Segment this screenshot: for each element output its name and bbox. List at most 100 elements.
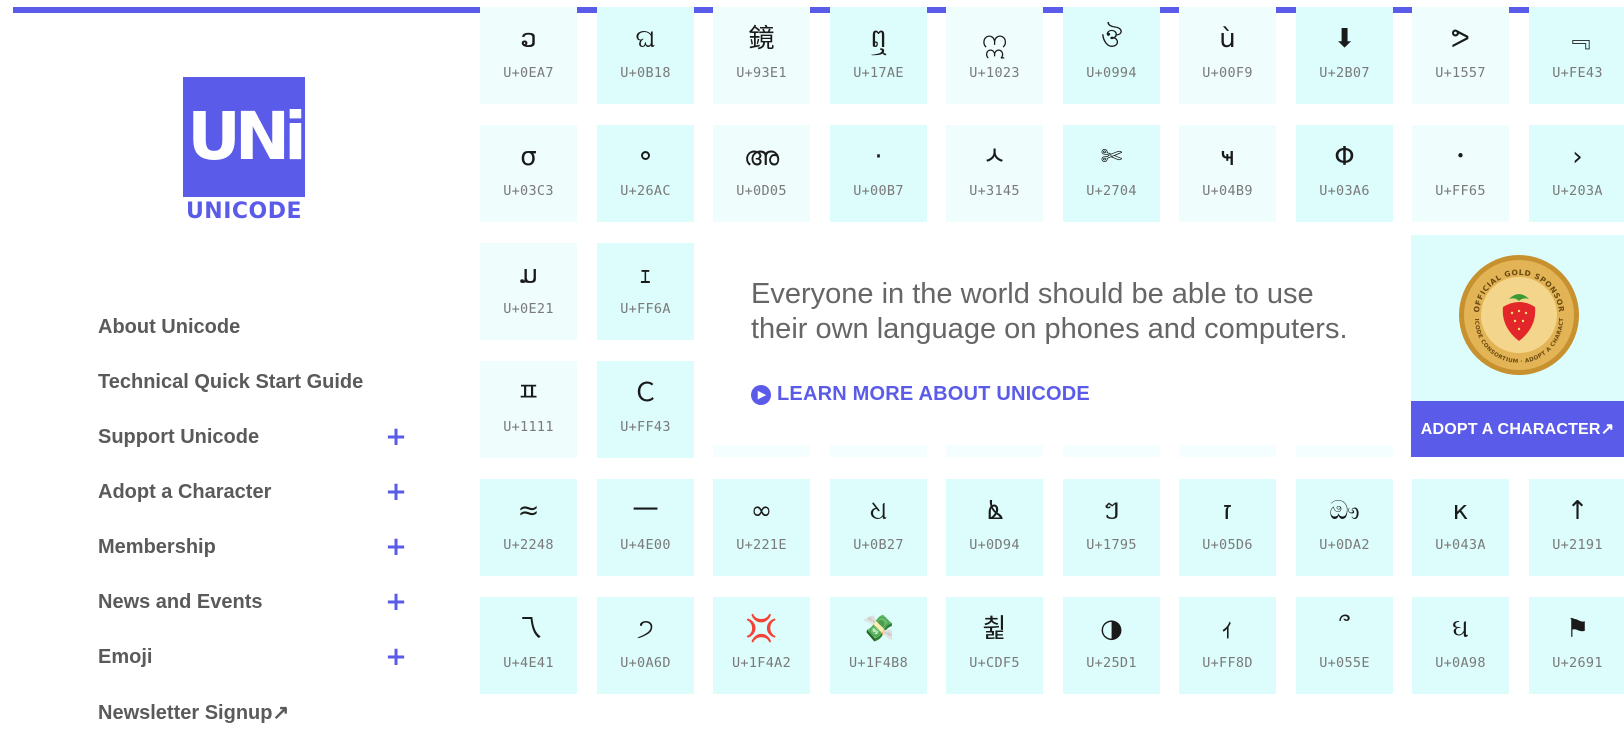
character-tile[interactable]: ∞ U+221E <box>713 479 810 576</box>
codepoint-label: U+2691 <box>1552 655 1603 671</box>
character-glyph: ù <box>1219 24 1236 54</box>
character-glyph: ≈ <box>517 496 540 526</box>
sidebar-item-about-unicode[interactable]: About Unicode <box>98 312 398 342</box>
sidebar-item-label: About Unicode <box>98 315 241 338</box>
character-tile[interactable]: ㅍ U+1111 <box>480 361 577 458</box>
codepoint-label: U+2B07 <box>1319 65 1370 81</box>
learn-more-link[interactable]: ▶ LEARN MORE ABOUT UNICODE <box>751 383 1090 406</box>
hero-tagline: Everyone in the world should be able to … <box>751 277 1371 347</box>
character-tile[interactable]: ◑ U+25D1 <box>1063 597 1160 694</box>
expand-plus-icon[interactable]: + <box>381 587 411 617</box>
character-tile[interactable]: 鏡 U+93E1 <box>713 7 810 104</box>
adopt-a-character-button[interactable]: ADOPT A CHARACTER↗ <box>1411 401 1624 457</box>
character-tile[interactable]: ｪ U+FF6A <box>597 243 694 340</box>
character-tile[interactable]: ✄ U+2704 <box>1063 125 1160 222</box>
unicode-logo[interactable]: UNi UNICODE <box>183 77 307 225</box>
character-tile[interactable]: ວ U+0EA7 <box>480 7 577 104</box>
character-tile[interactable]: ﹃ U+FE43 <box>1529 7 1624 104</box>
codepoint-label: U+203A <box>1552 183 1603 199</box>
sidebar-item-label: News and Events <box>98 590 263 613</box>
character-glyph: · <box>874 142 883 172</box>
sidebar-item-support-unicode[interactable]: Support Unicode + <box>98 422 407 452</box>
character-tile[interactable]: 💸 U+1F4B8 <box>830 597 927 694</box>
codepoint-label: U+17AE <box>853 65 904 81</box>
character-tile[interactable]: ㅅ U+3145 <box>946 125 1043 222</box>
character-tile[interactable]: 一 U+4E00 <box>597 479 694 576</box>
character-tile[interactable]: ҹ U+04B9 <box>1179 125 1276 222</box>
gold-sponsor-seal-icon: OFFICIAL GOLD SPONSOR UNICODE CONSORTIUM… <box>1457 253 1579 375</box>
character-glyph: ဣ <box>981 24 1008 54</box>
character-glyph: ੭ <box>637 614 654 644</box>
codepoint-label: U+03C3 <box>503 183 554 199</box>
ghost-tile <box>1063 445 1160 457</box>
ghost-tile <box>946 445 1043 457</box>
ghost-tile <box>1179 445 1276 457</box>
codepoint-label: U+1795 <box>1086 537 1137 553</box>
character-tile[interactable]: ଧ U+0B27 <box>830 479 927 576</box>
character-tile[interactable]: ੭ U+0A6D <box>597 597 694 694</box>
character-tile[interactable]: ဣ U+1023 <box>946 7 1043 104</box>
codepoint-label: U+221E <box>736 537 787 553</box>
character-glyph: ㅅ <box>982 142 1007 172</box>
codepoint-label: U+FE43 <box>1552 65 1603 81</box>
codepoint-label: U+2248 <box>503 537 554 553</box>
character-tile[interactable]: ↑ U+2191 <box>1529 479 1624 576</box>
character-glyph: ◑ <box>1100 614 1123 644</box>
character-tile[interactable]: ൔ U+0D94 <box>946 479 1043 576</box>
character-tile[interactable]: ՞ U+055E <box>1296 597 1393 694</box>
character-tile[interactable]: ઘ U+0A98 <box>1412 597 1509 694</box>
codepoint-label: U+03A6 <box>1319 183 1370 199</box>
character-tile[interactable]: ù U+00F9 <box>1179 7 1276 104</box>
character-glyph: Φ <box>1334 142 1355 172</box>
character-tile[interactable]: ມ U+0E21 <box>480 243 577 340</box>
expand-plus-icon[interactable]: + <box>381 642 411 672</box>
expand-plus-icon[interactable]: + <box>381 422 411 452</box>
character-tile[interactable]: ឮ U+17AE <box>830 7 927 104</box>
codepoint-label: U+1F4B8 <box>849 655 908 671</box>
character-tile[interactable]: · U+00B7 <box>830 125 927 222</box>
codepoint-label: U+4E41 <box>503 655 554 671</box>
codepoint-label: U+FF8D <box>1202 655 1253 671</box>
expand-plus-icon[interactable]: + <box>381 532 411 562</box>
character-tile[interactable]: ঔ U+0994 <box>1063 7 1160 104</box>
character-tile[interactable]: ඖ U+0DA2 <box>1296 479 1393 576</box>
codepoint-label: U+26AC <box>620 183 671 199</box>
codepoint-label: U+0D05 <box>736 183 787 199</box>
sidebar-item-newsletter-signup[interactable]: Newsletter Signup↗ <box>98 697 398 727</box>
character-tile[interactable]: 💢 U+1F4A2 <box>713 597 810 694</box>
adopt-character-card[interactable]: OFFICIAL GOLD SPONSOR UNICODE CONSORTIUM… <box>1411 235 1624 457</box>
character-tile[interactable]: ≈ U+2248 <box>480 479 577 576</box>
codepoint-label: U+FF65 <box>1435 183 1486 199</box>
character-tile[interactable]: › U+203A <box>1529 125 1624 222</box>
sidebar-item-emoji[interactable]: Emoji + <box>98 642 407 672</box>
character-glyph: к <box>1452 496 1469 526</box>
character-tile[interactable]: Φ U+03A6 <box>1296 125 1393 222</box>
character-glyph: ↑ <box>1566 496 1589 526</box>
character-tile[interactable]: ⬇ U+2B07 <box>1296 7 1393 104</box>
character-tile[interactable]: 乁 U+4E41 <box>480 597 577 694</box>
expand-plus-icon[interactable]: + <box>381 477 411 507</box>
character-tile[interactable]: ･ U+FF65 <box>1412 125 1509 222</box>
character-glyph: ז <box>1222 496 1232 526</box>
sidebar-item-technical-quick-start[interactable]: Technical Quick Start Guide <box>98 367 398 397</box>
character-tile[interactable]: 췵 U+CDF5 <box>946 597 1043 694</box>
character-tile[interactable]: к U+043A <box>1412 479 1509 576</box>
character-tile[interactable]: ᕗ U+1557 <box>1412 7 1509 104</box>
character-tile[interactable]: ଘ U+0B18 <box>597 7 694 104</box>
character-tile[interactable]: σ U+03C3 <box>480 125 577 222</box>
sidebar-item-membership[interactable]: Membership + <box>98 532 407 562</box>
logo-wordmark: UNICODE <box>185 199 303 224</box>
codepoint-label: U+2704 <box>1086 183 1137 199</box>
character-tile[interactable]: Ｃ U+FF43 <box>597 361 694 458</box>
character-tile[interactable]: അ U+0D05 <box>713 125 810 222</box>
character-tile[interactable]: ៗ U+1795 <box>1063 479 1160 576</box>
sidebar-item-news-and-events[interactable]: News and Events + <box>98 587 407 617</box>
sidebar-item-label: Membership <box>98 535 216 558</box>
character-tile[interactable]: ⚑ U+2691 <box>1529 597 1624 694</box>
codepoint-label: U+0E21 <box>503 301 554 317</box>
character-glyph: ･ <box>1453 142 1467 172</box>
character-tile[interactable]: ז U+05D6 <box>1179 479 1276 576</box>
sidebar-item-adopt-a-character[interactable]: Adopt a Character + <box>98 477 407 507</box>
character-tile[interactable]: ｨ U+FF8D <box>1179 597 1276 694</box>
character-tile[interactable]: ⚬ U+26AC <box>597 125 694 222</box>
